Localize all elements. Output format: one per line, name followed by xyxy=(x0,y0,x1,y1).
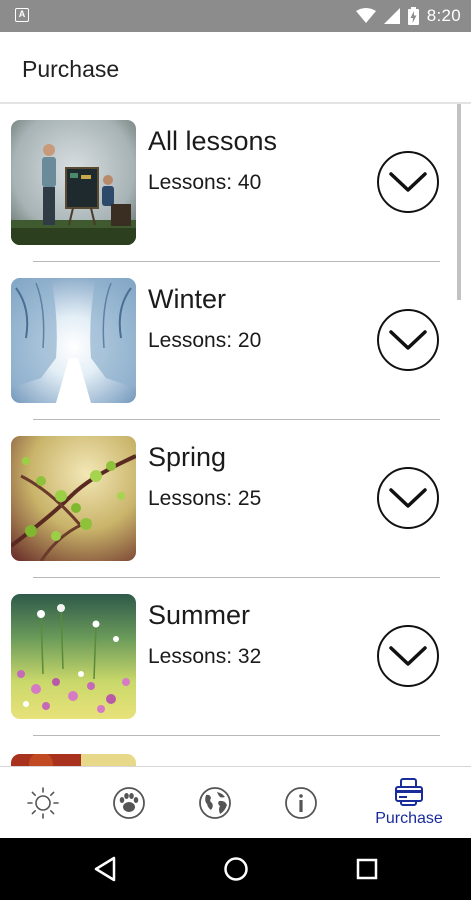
back-button[interactable] xyxy=(88,852,122,886)
nav-item-globe[interactable] xyxy=(172,767,258,839)
chevron-down-icon xyxy=(389,488,427,508)
list-item[interactable] xyxy=(0,736,471,766)
budding-branch-thumbnail xyxy=(11,436,136,561)
back-triangle-icon xyxy=(94,856,116,882)
app-bar: Purchase xyxy=(0,32,471,104)
meadow-flowers-thumbnail xyxy=(11,594,136,719)
scrollbar[interactable] xyxy=(457,104,461,300)
home-circle-icon xyxy=(224,857,248,881)
teacher-and-student-at-blackboard-thumbnail xyxy=(11,120,136,245)
status-bar: A 8:20 xyxy=(0,0,471,32)
cellular-signal-icon xyxy=(383,8,400,24)
lesson-count: Lessons: 25 xyxy=(148,487,262,510)
list-item[interactable]: Winter Lessons: 20 xyxy=(0,262,471,420)
purchase-card-icon xyxy=(395,778,423,806)
chevron-down-icon xyxy=(389,172,427,192)
lesson-count: Lessons: 32 xyxy=(148,645,262,668)
recents-square-icon xyxy=(356,858,378,880)
status-time: 8:20 xyxy=(426,6,461,25)
chevron-down-icon xyxy=(389,646,427,666)
info-icon xyxy=(285,787,317,819)
chevron-down-icon xyxy=(389,330,427,350)
autumn-thumbnail xyxy=(11,754,136,766)
paw-icon xyxy=(113,787,145,819)
home-button[interactable] xyxy=(219,852,253,886)
bottom-navigation: Purchase xyxy=(0,766,471,838)
lesson-title: Winter xyxy=(148,284,227,314)
nav-item-label: Purchase xyxy=(375,810,443,827)
nav-item-sun[interactable] xyxy=(0,767,86,839)
snowy-forest-path-thumbnail xyxy=(11,278,136,403)
expand-button[interactable] xyxy=(377,309,439,371)
expand-button[interactable] xyxy=(377,467,439,529)
list-item[interactable]: Summer Lessons: 32 xyxy=(0,578,471,736)
nav-item-purchase[interactable]: Purchase xyxy=(366,767,452,839)
wifi-icon xyxy=(355,8,376,23)
lesson-list[interactable]: All lessons Lessons: 40 Winter Lessons: … xyxy=(0,104,471,766)
expand-button[interactable] xyxy=(377,625,439,687)
nav-item-info[interactable] xyxy=(258,767,344,839)
recents-button[interactable] xyxy=(350,852,384,886)
app-notification-icon: A xyxy=(15,8,29,22)
lesson-count: Lessons: 40 xyxy=(148,171,262,194)
globe-icon xyxy=(199,787,231,819)
list-item[interactable]: Spring Lessons: 25 xyxy=(0,420,471,578)
nav-item-paw[interactable] xyxy=(86,767,172,839)
expand-button[interactable] xyxy=(377,151,439,213)
lesson-title: Summer xyxy=(148,600,251,630)
sun-icon xyxy=(27,787,59,819)
page-title: Purchase xyxy=(22,56,120,82)
list-item[interactable]: All lessons Lessons: 40 xyxy=(0,104,471,262)
battery-charging-icon xyxy=(407,7,419,25)
lesson-title: Spring xyxy=(148,442,227,472)
lesson-title: All lessons xyxy=(148,126,278,156)
lesson-count: Lessons: 20 xyxy=(148,329,262,352)
system-navigation-bar xyxy=(0,838,471,900)
